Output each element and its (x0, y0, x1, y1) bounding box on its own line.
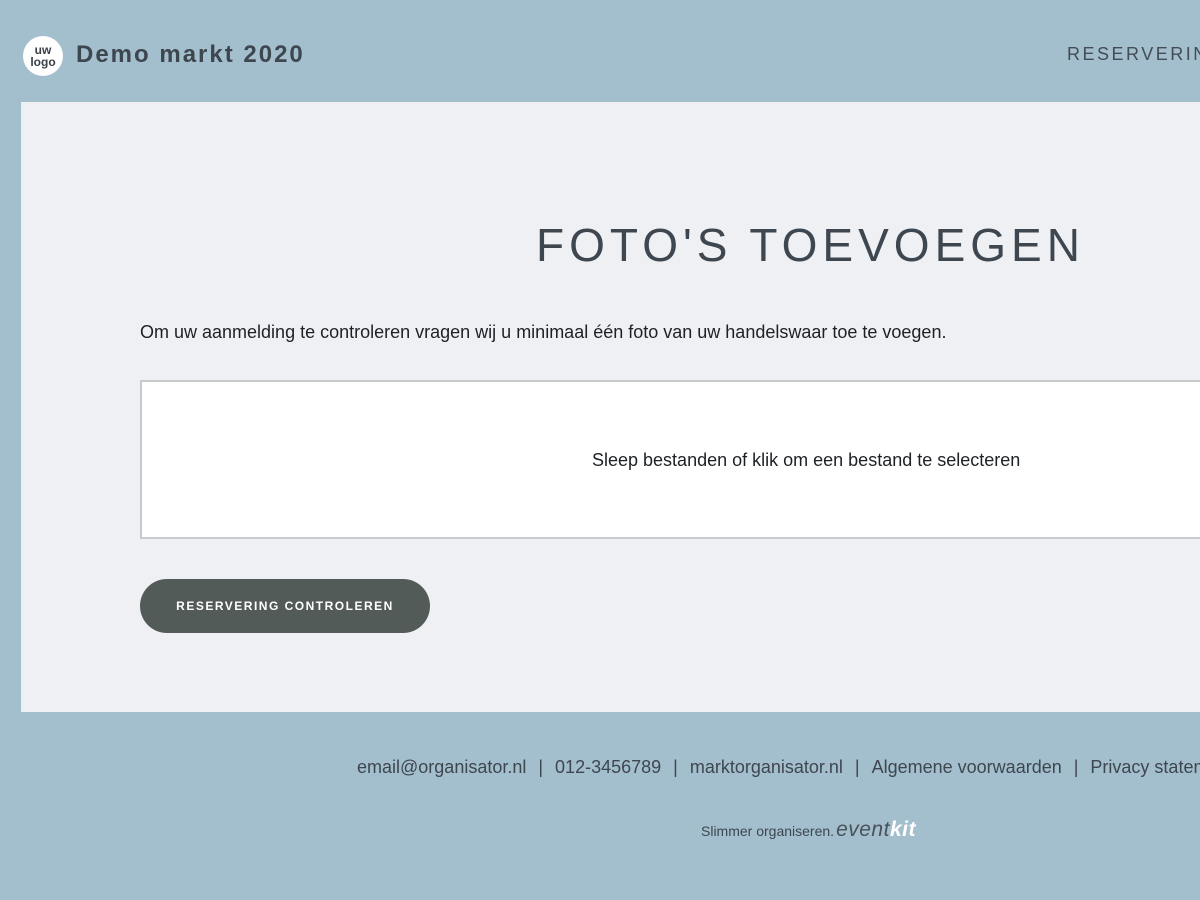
eventkit-logo-part-1: event (836, 818, 890, 841)
footer-terms-link[interactable]: Algemene voorwaarden (872, 757, 1062, 777)
check-reservation-button[interactable]: RESERVERING CONTROLEREN (140, 579, 430, 633)
nav-reservering-link[interactable]: RESERVERING (1067, 44, 1200, 65)
logo-line-2: logo (30, 55, 56, 69)
site-logo[interactable]: uw logo (23, 36, 63, 76)
footer-separator: | (1073, 757, 1079, 777)
eventkit-logo-part-2: kit (889, 818, 916, 841)
footer-separator: | (538, 757, 544, 777)
footer-separator: | (673, 757, 678, 777)
file-dropzone[interactable]: Sleep bestanden of klik om een bestand t… (140, 380, 1200, 539)
site-header: uw logo Demo markt 2020 RESERVERING (0, 0, 1200, 102)
page: uw logo Demo markt 2020 RESERVERING FOTO… (0, 0, 1200, 900)
footer-links: email@organisator.nl | 012-3456789 | marktor… (357, 757, 1200, 778)
powered-by[interactable]: Slimmer organiseren. eventkit (701, 818, 916, 842)
dropzone-text: Sleep bestanden of klik om een bestand t… (592, 450, 1021, 470)
footer-phone-link[interactable]: 012-3456789 (555, 757, 661, 777)
main-card: FOTO'S TOEVOEGEN Om uw aanmelding te con… (21, 102, 1200, 712)
site-title[interactable]: Demo markt 2020 (76, 41, 305, 69)
footer-separator: | (854, 757, 860, 777)
footer-email-link[interactable]: email@organisator.nl (357, 757, 526, 777)
page-title: FOTO'S TOEVOEGEN (536, 219, 1085, 271)
eventkit-logo: eventkit (836, 818, 916, 842)
footer-tagline: Slimmer organiseren. (701, 823, 835, 839)
intro-text: Om uw aanmelding te controleren vragen w… (140, 322, 947, 342)
footer-website-link[interactable]: marktorganisator.nl (690, 757, 843, 777)
footer-privacy-link[interactable]: Privacy statement (1090, 757, 1200, 777)
